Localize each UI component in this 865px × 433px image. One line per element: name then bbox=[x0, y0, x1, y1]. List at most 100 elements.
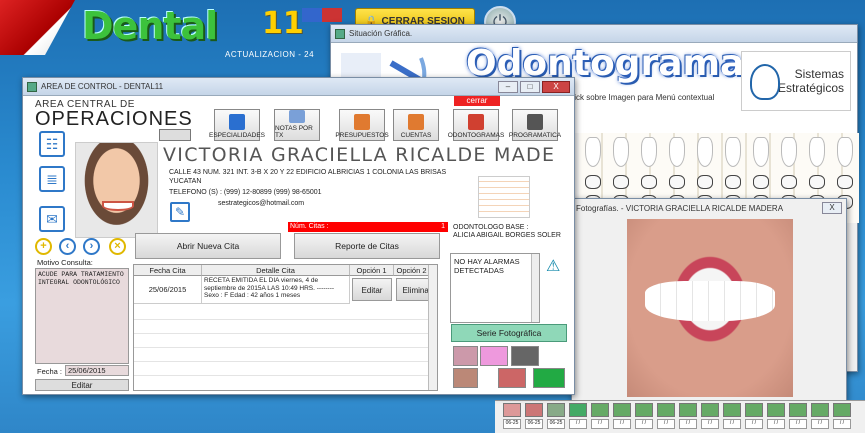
odontograma-window-title: Situación Gráfica. bbox=[349, 29, 413, 38]
table-row bbox=[134, 361, 429, 362]
photo-thumbnail[interactable] bbox=[679, 403, 697, 417]
control-titlebar[interactable]: AREA DE CONTROL - DENTAL11 – □ X bbox=[23, 78, 574, 96]
photo-thumbnail[interactable] bbox=[480, 346, 508, 366]
tooth-icon[interactable] bbox=[725, 137, 741, 167]
tooth-icon[interactable] bbox=[613, 137, 629, 167]
photo-thumbnail[interactable] bbox=[635, 403, 653, 417]
photo-date-label: 06-25 bbox=[547, 419, 565, 429]
photo-series-button[interactable]: Serie Fotográfica bbox=[451, 324, 567, 342]
minimize-icon[interactable]: – bbox=[498, 80, 518, 93]
odontogramas-button[interactable]: ODONTOGRAMAS bbox=[448, 109, 504, 141]
notas-button[interactable]: NOTAS POR TX bbox=[274, 109, 320, 141]
tooth-icon[interactable] bbox=[809, 137, 825, 167]
programatica-button[interactable]: PROGRAMATICA bbox=[508, 109, 562, 141]
fecha-field[interactable]: 25/06/2015 bbox=[65, 365, 129, 376]
arrow-left-icon[interactable]: ‹ bbox=[59, 238, 76, 255]
patient-email: sestrategicos@hotmail.com bbox=[218, 200, 305, 207]
cuentas-button[interactable]: CUENTAS bbox=[393, 109, 439, 141]
tooth-occlusal-icon[interactable] bbox=[641, 175, 657, 189]
patient-card-icon[interactable]: ☷ bbox=[39, 131, 65, 157]
tooth-icon[interactable] bbox=[585, 137, 601, 167]
tooth-icon[interactable] bbox=[837, 137, 853, 167]
tooth-icon[interactable] bbox=[781, 137, 797, 167]
tooth-icon[interactable] bbox=[697, 137, 713, 167]
photo-date-label: / / bbox=[723, 419, 741, 429]
tooth-occlusal-icon[interactable] bbox=[669, 175, 685, 189]
presupuestos-label: PRESUPUESTOS bbox=[335, 132, 389, 139]
tooth-occlusal-icon[interactable] bbox=[837, 175, 853, 189]
add-icon[interactable]: + bbox=[35, 238, 52, 255]
appointments-table: Fecha Cita Detalle Cita Opción 1 Opción … bbox=[133, 264, 438, 391]
photo-thumbnail[interactable] bbox=[723, 403, 741, 417]
presupuestos-button[interactable]: PRESUPUESTOS bbox=[335, 109, 389, 141]
photo-thumbnail[interactable] bbox=[591, 403, 609, 417]
table-scrollbar[interactable] bbox=[428, 265, 437, 390]
arrow-right-icon[interactable]: › bbox=[83, 238, 100, 255]
photo-thumbnail[interactable] bbox=[833, 403, 851, 417]
area-title: OPERACIONES bbox=[35, 108, 193, 130]
photo-thumbnail[interactable] bbox=[811, 403, 829, 417]
photo-thumbnail[interactable] bbox=[789, 403, 807, 417]
programatica-label: PROGRAMATICA bbox=[508, 132, 562, 139]
motivo-textarea[interactable]: ACUDE PARA TRATAMIENTO INTEGRAL ODONTOLÓ… bbox=[35, 268, 129, 364]
warning-icon: ⚠ bbox=[546, 258, 561, 275]
odontograma-titlebar[interactable]: Situación Gráfica. bbox=[331, 25, 857, 43]
patient-mouth-photo[interactable] bbox=[627, 219, 793, 397]
close-icon[interactable]: X bbox=[542, 80, 570, 93]
tooth-occlusal-icon[interactable] bbox=[809, 175, 825, 189]
photo-thumbnail[interactable] bbox=[453, 368, 478, 388]
close-red-button[interactable]: cerrar bbox=[454, 96, 500, 106]
photo-thumbnail[interactable] bbox=[525, 403, 543, 417]
fotografias-titlebar[interactable]: Fotografías. - VICTORIA GRACIELLA RICALD… bbox=[572, 199, 846, 217]
photo-thumbnail[interactable] bbox=[511, 346, 539, 366]
tooth-occlusal-icon[interactable] bbox=[613, 175, 629, 189]
dental-chart-thumbnail[interactable] bbox=[478, 176, 530, 218]
patient-avatar bbox=[75, 142, 158, 238]
photo-thumbnail[interactable] bbox=[701, 403, 719, 417]
fecha-label: Fecha : bbox=[37, 367, 63, 376]
alarms-box[interactable]: NO HAY ALARMAS DETECTADAS bbox=[450, 253, 540, 323]
appointments-report-button[interactable]: Reporte de Citas bbox=[294, 233, 440, 259]
maximize-icon[interactable]: □ bbox=[520, 80, 540, 93]
odontologo-label: ODONTOLOGO BASE : bbox=[453, 224, 529, 231]
photo-thumbnail[interactable] bbox=[547, 403, 565, 417]
close-icon[interactable]: X bbox=[822, 202, 842, 214]
edit-icon[interactable]: ✎ bbox=[170, 202, 190, 222]
document-icon[interactable]: ≣ bbox=[39, 166, 65, 192]
photo-thumbnail[interactable] bbox=[533, 368, 565, 388]
photo-date-label: / / bbox=[767, 419, 785, 429]
tooth-occlusal-icon[interactable] bbox=[725, 175, 741, 189]
tooth-occlusal-icon[interactable] bbox=[585, 175, 601, 189]
patient-address: CALLE 43 NUM. 321 INT. 3-B X 20 Y 22 EDI… bbox=[169, 169, 447, 185]
cancel-icon[interactable]: × bbox=[109, 238, 126, 255]
cuentas-label: CUENTAS bbox=[400, 132, 432, 139]
photo-thumbnail[interactable] bbox=[657, 403, 675, 417]
calculator-icon bbox=[408, 114, 424, 130]
photo-thumbnail[interactable] bbox=[453, 346, 478, 366]
row-edit-button[interactable]: Editar bbox=[352, 278, 392, 301]
photo-thumbnail[interactable] bbox=[767, 403, 785, 417]
photo-thumbnail[interactable] bbox=[613, 403, 631, 417]
tooth-occlusal-icon[interactable] bbox=[753, 175, 769, 189]
tooth-occlusal-icon[interactable] bbox=[781, 175, 797, 189]
photo-thumbnail[interactable] bbox=[569, 403, 587, 417]
small-action-button[interactable] bbox=[159, 129, 191, 141]
window-switch-icon[interactable] bbox=[302, 8, 342, 22]
tooth-icon[interactable] bbox=[641, 137, 657, 167]
photo-thumbnail[interactable] bbox=[498, 368, 526, 388]
control-body: AREA CENTRAL DE OPERACIONES ☷ ≣ ✉ cerrar… bbox=[23, 96, 574, 394]
photo-date-label: / / bbox=[811, 419, 829, 429]
especialidades-button[interactable]: ESPECIALIDADES bbox=[209, 109, 265, 141]
new-appointment-button[interactable]: Abrir Nueva Cita bbox=[135, 233, 281, 259]
edit-button[interactable]: Editar bbox=[35, 379, 129, 391]
photo-thumbnail[interactable] bbox=[503, 403, 521, 417]
tooth-icon[interactable] bbox=[753, 137, 769, 167]
mail-icon[interactable]: ✉ bbox=[39, 206, 65, 232]
photo-thumbnail[interactable] bbox=[745, 403, 763, 417]
col-header: Opción 2 bbox=[394, 265, 430, 276]
tooth-occlusal-icon[interactable] bbox=[697, 175, 713, 189]
alarms-scrollbar[interactable] bbox=[531, 254, 539, 322]
tooth-icon[interactable] bbox=[669, 137, 685, 167]
patient-name: VICTORIA GRACIELLA RICALDE MADE bbox=[163, 144, 556, 166]
alarms-text: NO HAY ALARMAS DETECTADAS bbox=[454, 257, 520, 275]
